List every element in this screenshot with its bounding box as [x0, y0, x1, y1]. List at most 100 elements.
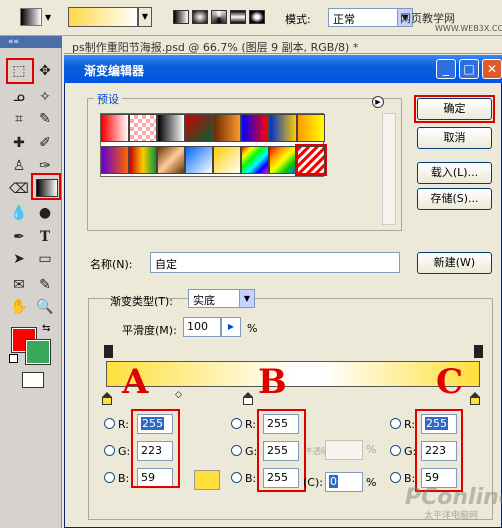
radio-b-a[interactable] — [104, 472, 115, 483]
gradient-type-select[interactable]: 实底 — [188, 289, 240, 308]
preset-swatch[interactable] — [241, 146, 269, 174]
gradient-picker-dropdown-icon[interactable]: ▼ — [138, 7, 152, 27]
save-button[interactable]: 存储(S)... — [417, 188, 492, 210]
dodge-icon[interactable]: ● — [34, 202, 56, 224]
presets-menu-icon[interactable]: ▶ — [372, 96, 384, 108]
maximize-button[interactable]: □ — [459, 59, 479, 79]
hand-icon[interactable]: ✋ — [8, 296, 30, 318]
document-title: ps制作重阳节海报.psd @ 66.7% (图层 9 副本, RGB/8) * — [72, 41, 359, 54]
minimize-button[interactable]: _ — [436, 59, 456, 79]
linear-gradient-icon[interactable] — [173, 10, 189, 24]
tool-preset-dropdown-icon[interactable]: ▼ — [45, 13, 51, 22]
collapse-icon[interactable]: «« — [8, 37, 19, 47]
pen-icon[interactable]: ✒ — [8, 226, 30, 248]
preset-swatch[interactable] — [269, 114, 297, 142]
notes-icon[interactable]: ✉ — [8, 274, 30, 296]
color-stop-c[interactable] — [470, 392, 480, 405]
name-input[interactable]: 自定 — [150, 252, 400, 273]
highlight-column-a — [131, 409, 180, 488]
preset-swatch[interactable] — [213, 146, 241, 174]
eyedropper-icon[interactable]: ✎ — [34, 274, 56, 296]
preset-swatch[interactable] — [295, 144, 327, 176]
preset-swatch[interactable] — [213, 114, 241, 142]
location-label: (C): — [303, 476, 323, 489]
quickmask-icon[interactable] — [22, 372, 44, 388]
preset-swatch-grid — [100, 113, 327, 177]
preset-swatch[interactable] — [101, 114, 129, 142]
healing-icon[interactable]: ✚ — [8, 132, 30, 154]
preset-swatch[interactable] — [129, 146, 157, 174]
preset-swatch[interactable] — [101, 146, 129, 174]
highlight-ok-button — [414, 95, 495, 123]
b-label: B: — [245, 472, 257, 485]
swap-colors-icon[interactable]: ⇆ — [42, 323, 50, 334]
r-label: R: — [404, 418, 416, 431]
location-input[interactable]: 0 — [325, 472, 363, 492]
path-select-icon[interactable]: ➤ — [8, 248, 30, 270]
stop-color-swatch[interactable] — [194, 470, 220, 490]
close-button[interactable]: ✕ — [482, 59, 502, 79]
preset-swatch[interactable] — [157, 114, 185, 142]
gradient-type-label: 渐变类型(T): — [110, 295, 174, 308]
dialog-title: 渐变编辑器 — [84, 64, 145, 78]
eraser-icon[interactable]: ⌫ — [8, 178, 30, 200]
gradient-preview-swatch[interactable] — [68, 7, 138, 27]
mode-select[interactable]: 正常 — [328, 8, 398, 27]
blur-icon[interactable]: 💧 — [8, 202, 30, 224]
angle-gradient-icon[interactable] — [211, 10, 227, 24]
watermark-url: WWW.WEB3X.COM — [435, 24, 502, 33]
shape-icon[interactable]: ▭ — [34, 248, 56, 270]
watermark-logo: PConline — [405, 485, 502, 510]
radial-gradient-icon[interactable] — [192, 10, 208, 24]
gradient-bar[interactable] — [106, 361, 480, 387]
zoom-icon[interactable]: 🔍 — [34, 296, 56, 318]
radio-g-b[interactable] — [231, 445, 242, 456]
preset-swatch[interactable] — [129, 114, 157, 142]
radio-r-c[interactable] — [390, 418, 401, 429]
preset-swatch[interactable] — [185, 146, 213, 174]
color-stop-a[interactable] — [102, 392, 112, 405]
type-icon[interactable]: T — [34, 226, 56, 248]
radio-r-b[interactable] — [231, 418, 242, 429]
watermark-sub: 太平洋电脑网 — [424, 511, 479, 521]
presets-scrollbar[interactable] — [382, 113, 396, 225]
midpoint-diamond-icon[interactable]: ◇ — [175, 390, 182, 400]
marker-b: B — [258, 362, 287, 402]
load-button[interactable]: 载入(L)... — [417, 162, 492, 184]
name-label: 名称(N): — [90, 258, 133, 271]
preset-swatch[interactable] — [269, 146, 297, 174]
radio-b-b[interactable] — [231, 472, 242, 483]
smoothness-input[interactable]: 100 — [183, 317, 221, 337]
opacity-input — [325, 440, 363, 460]
b-label: B: — [404, 472, 416, 485]
stamp-icon[interactable]: ♙ — [8, 155, 30, 177]
move-icon[interactable]: ✥ — [34, 60, 56, 82]
background-color[interactable] — [25, 339, 51, 365]
radio-g-c[interactable] — [390, 445, 401, 456]
slice-icon[interactable]: ✎ — [34, 108, 56, 130]
gradient-tool-icon[interactable] — [20, 8, 42, 26]
reflected-gradient-icon[interactable] — [230, 10, 246, 24]
preset-swatch[interactable] — [297, 114, 325, 142]
opacity-stop-right[interactable] — [474, 345, 483, 358]
new-button[interactable]: 新建(W) — [417, 252, 492, 274]
preset-swatch[interactable] — [157, 146, 185, 174]
lasso-icon[interactable]: ᓄ — [8, 86, 30, 108]
cancel-button[interactable]: 取消 — [417, 127, 492, 149]
chevron-right-icon[interactable]: ▶ — [221, 317, 241, 337]
brush-icon[interactable]: ✐ — [34, 132, 56, 154]
color-stop-b[interactable] — [243, 392, 253, 405]
radio-r-a[interactable] — [104, 418, 115, 429]
preset-swatch[interactable] — [241, 114, 269, 142]
highlight-column-c — [415, 409, 463, 492]
mode-label: 模式: — [285, 13, 311, 26]
magic-wand-icon[interactable]: ✧ — [34, 86, 56, 108]
default-colors-icon[interactable] — [9, 354, 18, 363]
opacity-stop-left[interactable] — [104, 345, 113, 358]
chevron-down-icon[interactable]: ▼ — [239, 289, 255, 308]
diamond-gradient-icon[interactable] — [249, 10, 265, 24]
radio-g-a[interactable] — [104, 445, 115, 456]
preset-swatch[interactable] — [185, 114, 213, 142]
radio-b-c[interactable] — [390, 472, 401, 483]
crop-icon[interactable]: ⌗ — [8, 108, 30, 130]
